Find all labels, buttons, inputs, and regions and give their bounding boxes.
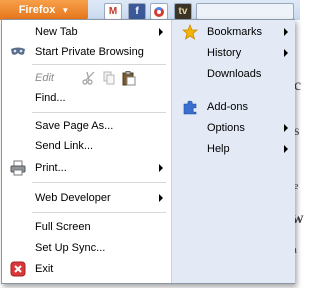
menu-item-send-link[interactable]: Send Link... [2, 136, 170, 156]
facebook-tab-icon[interactable]: f [128, 3, 146, 20]
active-tab[interactable] [196, 3, 294, 20]
menu-item-edit: Edit [2, 68, 170, 88]
tv-tab-icon[interactable]: tv [174, 3, 192, 20]
menu-left-column: New Tab Start Private Browsing Edit Find… [2, 20, 170, 283]
menu-item-exit[interactable]: Exit [2, 259, 170, 279]
menu-item-label: Full Screen [35, 221, 91, 233]
menu-item-label: History [207, 47, 242, 59]
menu-item-downloads[interactable]: Downloads [172, 64, 295, 84]
submenu-arrow-icon [284, 124, 288, 132]
menu-item-label: Add-ons [207, 101, 248, 113]
menu-item-label: Edit [35, 72, 54, 84]
menu-item-new-tab[interactable]: New Tab [2, 22, 170, 42]
printer-icon [10, 160, 26, 176]
menu-item-options[interactable]: Options [172, 118, 295, 138]
page-fragment: c [294, 77, 302, 94]
menu-item-full-screen[interactable]: Full Screen [2, 217, 170, 237]
google-tab-icon[interactable] [150, 3, 168, 20]
menu-item-history[interactable]: History [172, 43, 295, 63]
menu-item-label: Start Private Browsing [35, 46, 144, 58]
menu-item-web-developer[interactable]: Web Developer [2, 188, 170, 208]
menu-item-label: Find... [35, 92, 66, 104]
menu-item-label: Save Page As... [35, 120, 114, 132]
menu-item-help[interactable]: Help [172, 139, 295, 159]
menu-right-column: Bookmarks History Downloads Add-ons Opti… [171, 20, 295, 283]
submenu-arrow-icon [159, 164, 163, 172]
menu-item-label: Help [207, 143, 230, 155]
star-icon [182, 24, 198, 40]
menu-item-set-up-sync[interactable]: Set Up Sync... [2, 238, 170, 258]
menu-separator [32, 64, 166, 65]
menu-item-find[interactable]: Find... [2, 88, 170, 108]
firefox-app-menu: New Tab Start Private Browsing Edit Find… [1, 19, 295, 284]
firefox-menu-button[interactable]: Firefox ▼ [0, 0, 88, 20]
menu-item-addons[interactable]: Add-ons [172, 97, 295, 117]
puzzle-piece-icon [183, 100, 197, 115]
menu-separator [32, 212, 166, 213]
menu-item-label: Print... [35, 162, 67, 174]
menu-item-label: Downloads [207, 68, 262, 80]
menu-item-label: Send Link... [35, 140, 94, 152]
private-browsing-mask-icon [11, 47, 25, 55]
copy-icon [103, 71, 115, 85]
submenu-arrow-icon [284, 28, 288, 36]
firefox-button-label: Firefox [18, 4, 56, 16]
menu-separator [32, 112, 166, 113]
menu-item-label: Web Developer [35, 192, 111, 204]
menu-item-print[interactable]: Print... [2, 158, 170, 178]
menu-item-label: Bookmarks [207, 26, 263, 38]
submenu-arrow-icon [159, 194, 163, 202]
paste-icon [122, 70, 136, 85]
menu-item-private-browsing[interactable]: Start Private Browsing [2, 42, 170, 62]
submenu-arrow-icon [284, 145, 288, 153]
gmail-tab-icon[interactable]: M [104, 3, 122, 20]
menu-item-save-page[interactable]: Save Page As... [2, 116, 170, 136]
menu-item-label: Exit [35, 263, 54, 275]
menu-item-label: Options [207, 122, 245, 134]
menu-item-label: Set Up Sync... [35, 242, 106, 254]
submenu-arrow-icon [284, 49, 288, 57]
submenu-arrow-icon [159, 28, 163, 36]
menu-separator [32, 182, 166, 183]
cut-icon [82, 71, 95, 85]
chevron-down-icon: ▼ [61, 5, 70, 15]
menu-item-bookmarks[interactable]: Bookmarks [172, 22, 295, 42]
exit-icon [10, 261, 26, 277]
menu-item-label: New Tab [35, 26, 78, 38]
